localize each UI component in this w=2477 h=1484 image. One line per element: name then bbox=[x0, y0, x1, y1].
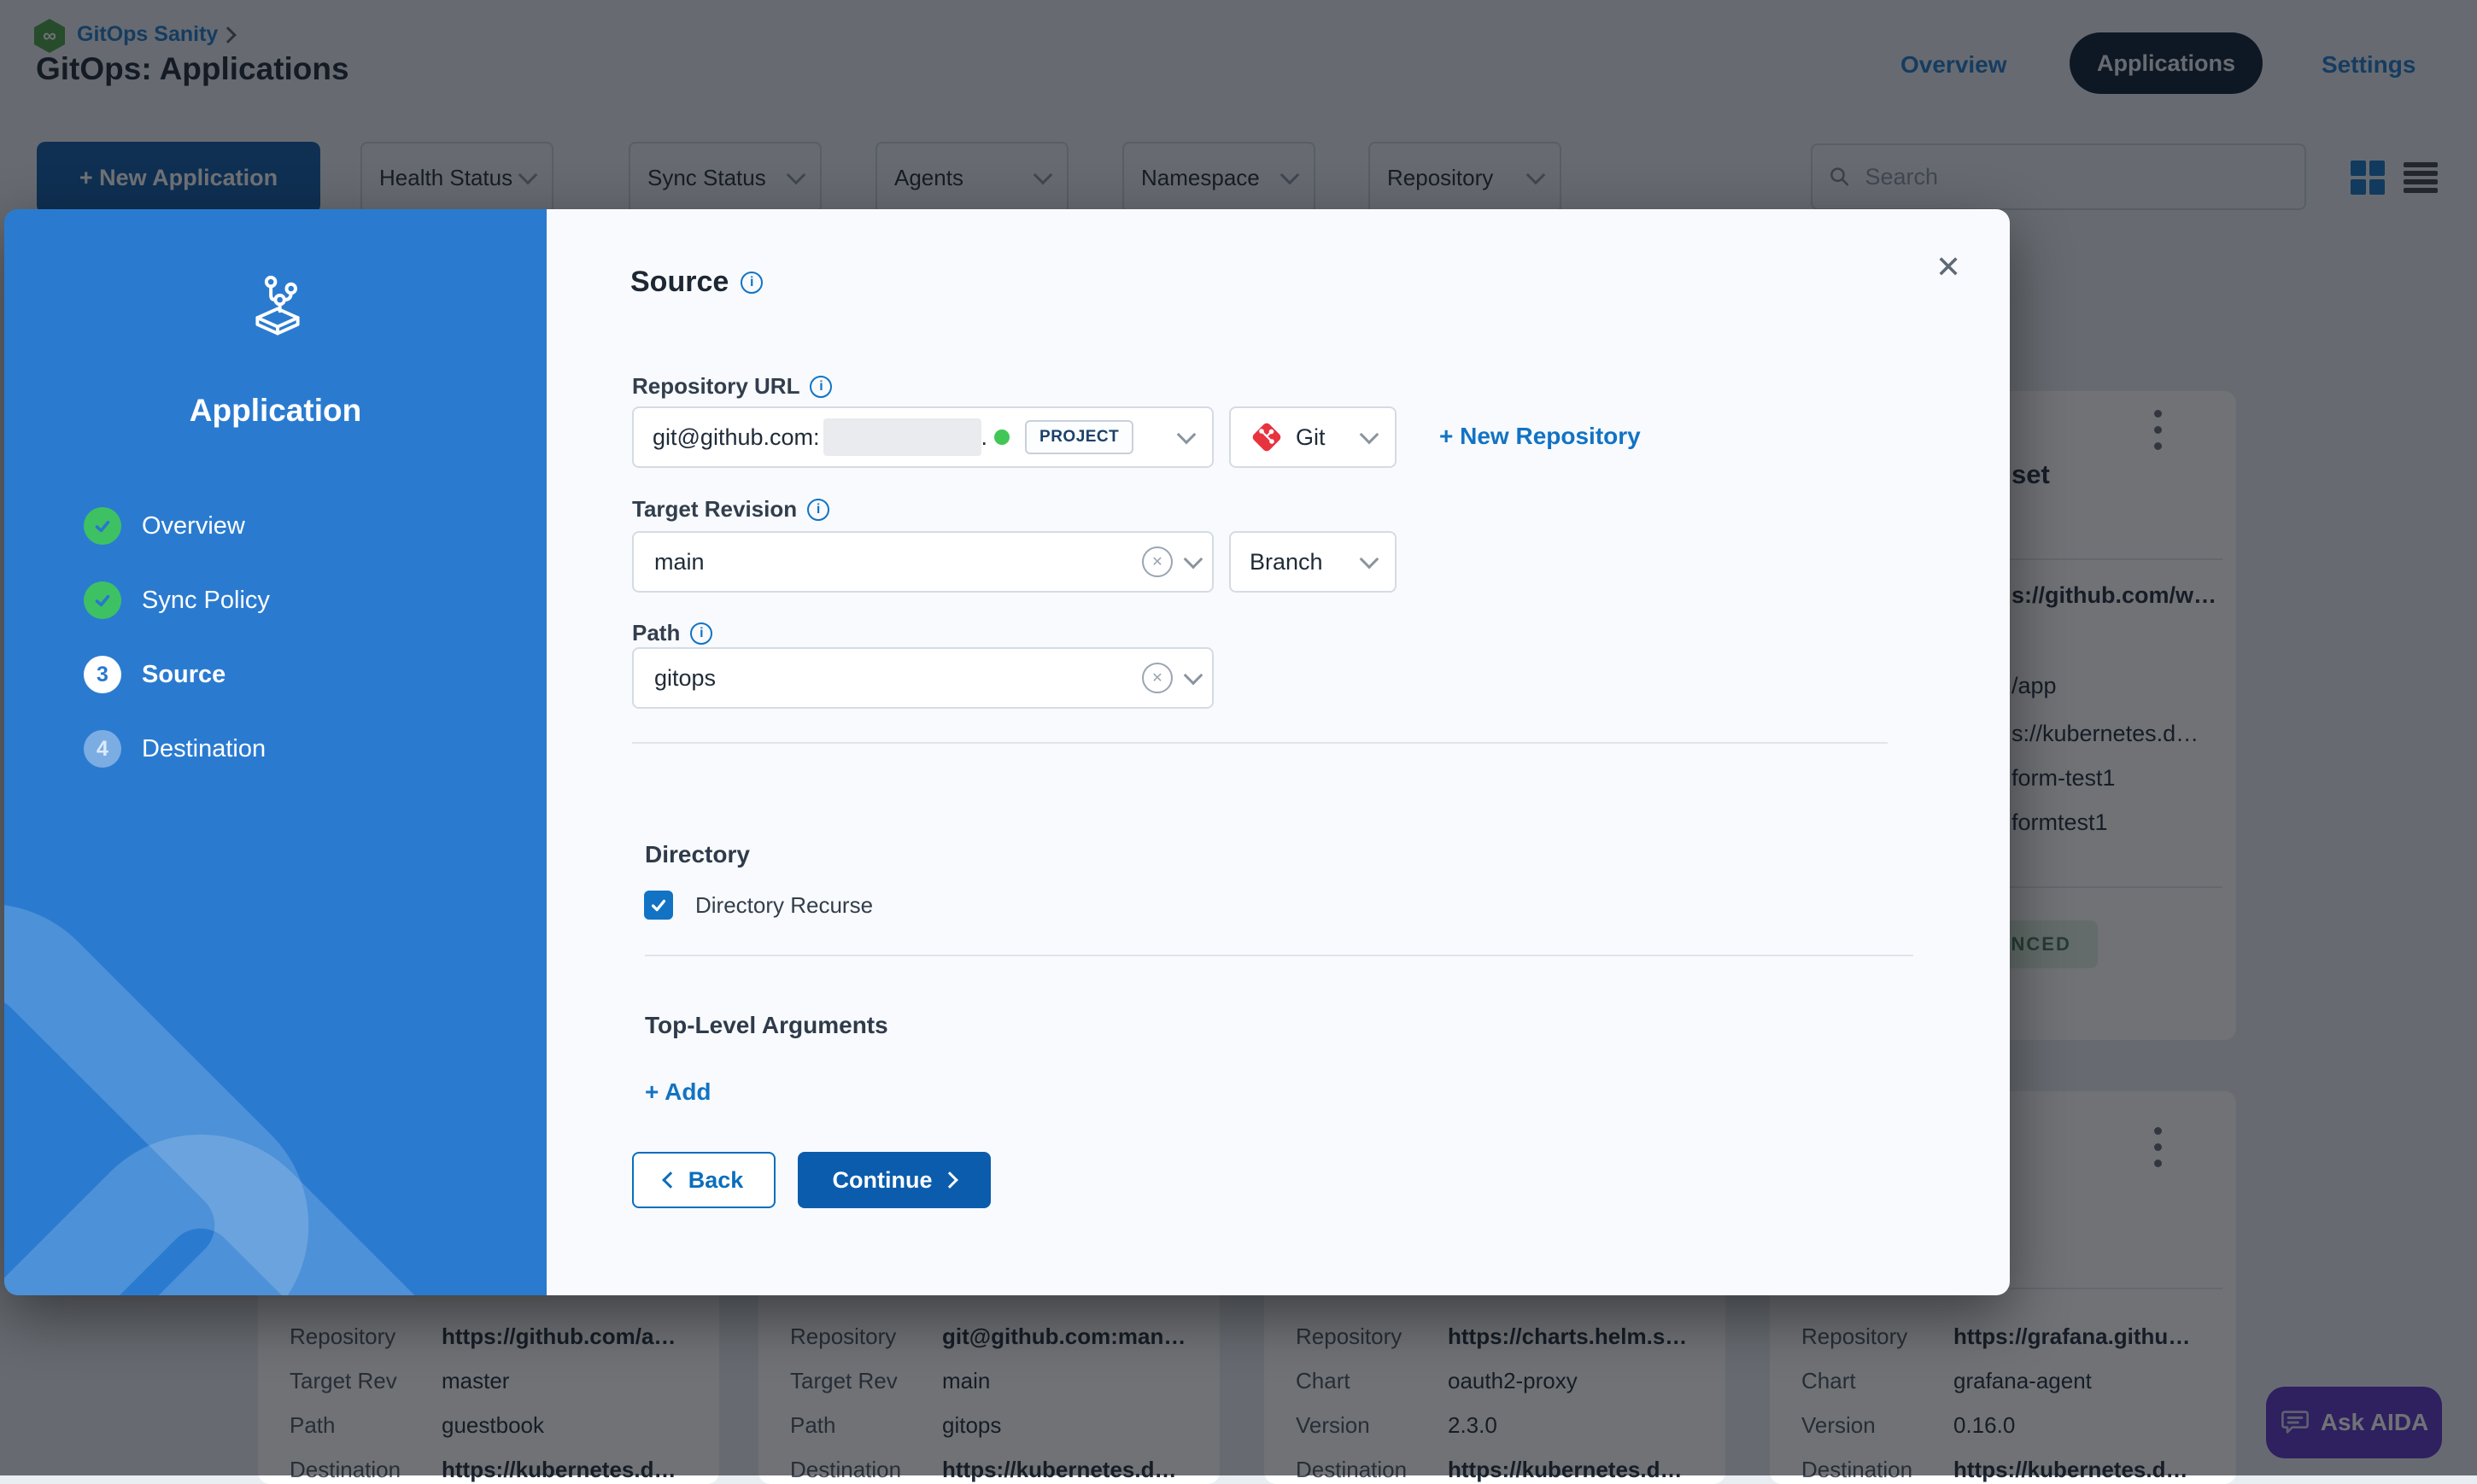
project-scope-badge: PROJECT bbox=[1025, 420, 1133, 454]
step-label: Source bbox=[142, 661, 225, 689]
continue-button[interactable]: Continue bbox=[798, 1152, 991, 1208]
step-complete-icon bbox=[84, 581, 121, 619]
add-argument-link[interactable]: + Add bbox=[645, 1078, 711, 1106]
repo-type-value: Git bbox=[1296, 424, 1326, 451]
chevron-down-icon bbox=[1184, 550, 1203, 570]
target-revision-label: Target Revision bbox=[632, 496, 797, 523]
step-label: Destination bbox=[142, 735, 266, 763]
chevron-down-icon bbox=[1184, 666, 1203, 686]
directory-recurse-label: Directory Recurse bbox=[695, 892, 873, 919]
directory-recurse-row: Directory Recurse bbox=[644, 891, 873, 920]
repository-url-suffix: . bbox=[981, 424, 988, 451]
repository-url-label: Repository URL bbox=[632, 373, 799, 400]
wizard-step-sync-policy[interactable]: Sync Policy bbox=[84, 581, 270, 619]
wizard-sidebar-title: Application bbox=[4, 393, 547, 429]
continue-label: Continue bbox=[833, 1167, 933, 1194]
target-revision-label-row: Target Revision i bbox=[632, 496, 829, 523]
new-application-wizard-modal: Application Overview Sync Policy 3 Sourc… bbox=[4, 209, 2010, 1295]
wizard-sidebar: Application Overview Sync Policy 3 Sourc… bbox=[4, 209, 547, 1295]
info-icon[interactable]: i bbox=[810, 376, 832, 398]
repo-type-select[interactable]: Git bbox=[1229, 406, 1397, 468]
target-revision-input[interactable] bbox=[653, 548, 1142, 576]
info-icon[interactable]: i bbox=[807, 499, 829, 521]
step-number: 3 bbox=[97, 663, 108, 687]
step-number: 4 bbox=[97, 737, 108, 762]
close-icon[interactable]: ✕ bbox=[1935, 252, 1961, 283]
revision-type-select[interactable]: Branch bbox=[1229, 531, 1397, 593]
step-number-badge: 3 bbox=[84, 656, 121, 693]
chevron-down-icon bbox=[1360, 425, 1379, 445]
new-repository-link[interactable]: + New Repository bbox=[1439, 423, 1641, 450]
info-icon[interactable]: i bbox=[690, 622, 712, 645]
wizard-source-panel: ✕ Source i Repository URL i git@github.c… bbox=[547, 209, 2010, 1295]
path-label-row: Path i bbox=[632, 620, 712, 646]
panel-title: Source bbox=[630, 266, 729, 299]
panel-title-row: Source i bbox=[630, 266, 763, 299]
git-icon bbox=[1250, 420, 1284, 454]
top-level-arguments-heading: Top-Level Arguments bbox=[645, 1012, 888, 1039]
step-number-badge: 4 bbox=[84, 730, 121, 768]
chevron-down-icon bbox=[1177, 425, 1197, 445]
directory-section-heading: Directory bbox=[645, 841, 750, 868]
wizard-step-overview[interactable]: Overview bbox=[84, 507, 245, 545]
repository-url-select[interactable]: git@github.com: . PROJECT bbox=[632, 406, 1214, 468]
revision-type-value: Branch bbox=[1250, 549, 1323, 575]
section-divider bbox=[632, 742, 1888, 744]
path-label: Path bbox=[632, 620, 680, 646]
connected-status-dot bbox=[994, 429, 1010, 445]
application-icon bbox=[242, 271, 313, 342]
redacted-text bbox=[823, 418, 981, 456]
back-button[interactable]: Back bbox=[632, 1152, 776, 1208]
step-label: Sync Policy bbox=[142, 587, 270, 615]
target-revision-field[interactable]: ✕ bbox=[632, 531, 1214, 593]
path-input[interactable] bbox=[653, 664, 1142, 692]
repository-url-value: git@github.com: bbox=[653, 424, 820, 451]
directory-recurse-checkbox[interactable] bbox=[644, 891, 673, 920]
chevron-down-icon bbox=[1360, 550, 1379, 570]
wizard-step-destination[interactable]: 4 Destination bbox=[84, 730, 266, 768]
step-label: Overview bbox=[142, 512, 245, 540]
chevron-right-icon bbox=[942, 1171, 959, 1189]
path-field[interactable]: ✕ bbox=[632, 647, 1214, 709]
section-divider bbox=[645, 955, 1913, 956]
clear-icon[interactable]: ✕ bbox=[1142, 663, 1173, 693]
info-icon[interactable]: i bbox=[741, 272, 763, 294]
wizard-step-source[interactable]: 3 Source bbox=[84, 656, 225, 693]
step-complete-icon bbox=[84, 507, 121, 545]
chevron-left-icon bbox=[662, 1171, 679, 1189]
clear-icon[interactable]: ✕ bbox=[1142, 546, 1173, 577]
back-label: Back bbox=[688, 1167, 744, 1194]
repository-url-label-row: Repository URL i bbox=[632, 373, 832, 400]
